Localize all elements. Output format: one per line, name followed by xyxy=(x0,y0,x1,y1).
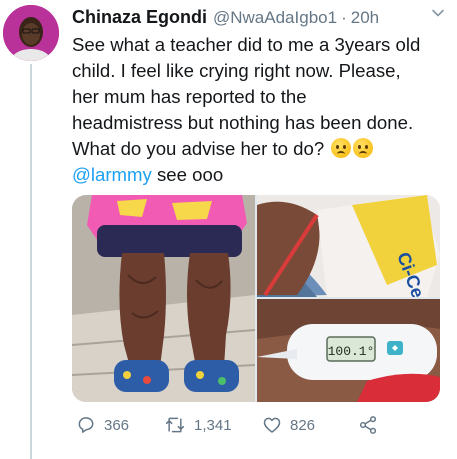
avatar[interactable] xyxy=(3,5,59,61)
timestamp[interactable]: 20h xyxy=(351,8,379,28)
worried-face-emoji-icon xyxy=(353,138,374,158)
author-handle[interactable]: @NwaAdaIgbo1 xyxy=(213,8,337,28)
worried-face-emoji-icon xyxy=(331,138,352,158)
retweet-count: 1,341 xyxy=(194,416,232,434)
tweet-actions: 366 1,341 826 xyxy=(72,411,452,439)
photo-bruised-arm[interactable]: Ci-Cee xyxy=(257,195,440,297)
photo-thermometer[interactable]: 100.1° xyxy=(257,299,440,402)
reply-button[interactable]: 366 xyxy=(76,411,129,439)
retweet-button[interactable]: 1,341 xyxy=(164,411,232,439)
chevron-down-icon[interactable] xyxy=(431,6,445,20)
reply-count: 366 xyxy=(104,416,130,434)
tweet-text-line: headmistress but nothing has been done. xyxy=(72,112,414,133)
media-grid: Ci-Cee 100.1° xyxy=(72,195,440,402)
tweet-header: Chinaza Egondi @NwaAdaIgbo1 · 20h xyxy=(72,7,452,31)
author-name[interactable]: Chinaza Egondi xyxy=(72,7,207,28)
tweet-text-line: See what a teacher did to me a 3years ol… xyxy=(72,34,421,55)
tweet-text: See what a teacher did to me a 3years ol… xyxy=(72,32,452,188)
tweet-text-line-with-emoji: What do you advise her to do? xyxy=(72,136,452,162)
tweet[interactable]: Chinaza Egondi @NwaAdaIgbo1 · 20h See wh… xyxy=(0,0,457,459)
like-button[interactable]: 826 xyxy=(262,411,315,439)
reply-icon xyxy=(78,417,94,433)
like-count: 826 xyxy=(290,416,316,434)
tweet-text-fragment: What do you advise her to do? xyxy=(72,138,325,159)
retweet-icon xyxy=(165,417,185,433)
thread-line xyxy=(30,64,32,459)
mention-link[interactable]: @larmmy xyxy=(72,164,152,185)
tweet-text-line-mention: @larmmy see ooo xyxy=(72,162,452,188)
heart-icon xyxy=(263,417,281,433)
share-icon xyxy=(359,416,377,434)
tweet-text-line: child. I feel like crying right now. Ple… xyxy=(72,60,401,81)
thermometer-reading: 100.1° xyxy=(328,344,375,359)
tweet-text-line: her mum has reported to the xyxy=(72,86,307,107)
photo-child-legs[interactable] xyxy=(72,195,255,402)
mention-suffix: see ooo xyxy=(151,164,224,185)
share-button[interactable] xyxy=(358,411,386,439)
separator-dot: · xyxy=(341,8,347,27)
